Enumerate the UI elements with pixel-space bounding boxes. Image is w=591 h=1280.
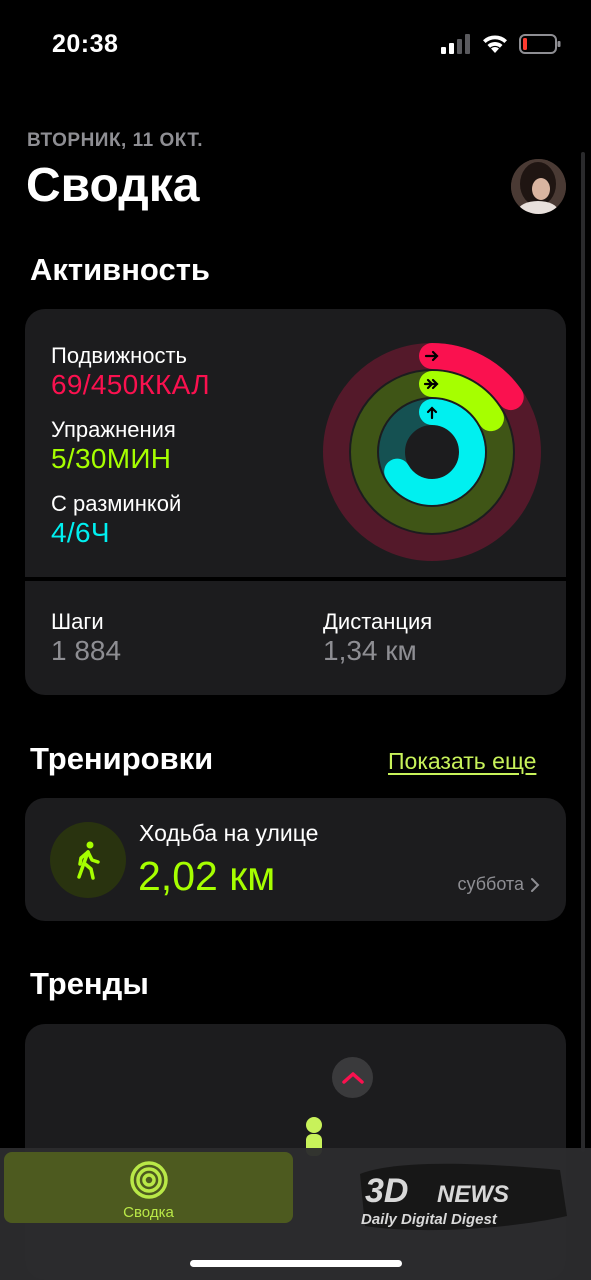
status-time: 20:38 (52, 30, 119, 58)
activity-rings-icon (129, 1161, 168, 1199)
cellular-signal-icon (441, 34, 470, 54)
workout-item[interactable]: Ходьба на улице 2,02 км суббота (25, 798, 566, 921)
status-bar: 20:38 (0, 0, 591, 92)
battery-low-icon (519, 34, 561, 54)
svg-text:3D: 3D (365, 1172, 408, 1210)
show-more-link[interactable]: Показать еще (388, 748, 536, 775)
tab-summary-label: Сводка (123, 1204, 174, 1221)
avatar[interactable] (511, 159, 566, 214)
trend-badge (332, 1057, 373, 1098)
workout-day-link[interactable]: суббота (458, 874, 541, 895)
tab-summary[interactable]: Сводка (4, 1152, 293, 1223)
distance-label: Дистанция (323, 609, 433, 634)
scroll-indicator[interactable] (581, 152, 585, 1152)
stand-label: С разминкой (51, 491, 182, 516)
workouts-section-title: Тренировки (30, 741, 214, 776)
3dnews-watermark-logo: 3D NEWS Daily Digital Digest (360, 1163, 567, 1231)
workout-distance: 2,02 км (138, 853, 276, 899)
activity-card[interactable]: Подвижность 69/450ККАЛ Упражнения 5/30МИ… (25, 309, 566, 695)
workout-day: суббота (457, 874, 525, 894)
trends-section-title: Тренды (30, 966, 149, 1001)
svg-text:NEWS: NEWS (437, 1181, 509, 1208)
svg-text:Daily Digital Digest: Daily Digital Digest (361, 1211, 498, 1228)
distance-value: 1,34 км (323, 635, 417, 666)
activity-section-title: Активность (30, 252, 210, 287)
steps-label: Шаги (51, 609, 104, 634)
activity-rings[interactable] (322, 342, 542, 562)
card-divider (25, 577, 566, 581)
exercise-label: Упражнения (51, 417, 176, 442)
workout-name: Ходьба на улице (139, 820, 319, 846)
chevron-right-icon (531, 877, 540, 892)
exercise-value: 5/30МИН (51, 443, 172, 474)
move-value: 69/450ККАЛ (51, 369, 210, 400)
move-label: Подвижность (51, 343, 188, 368)
walking-icon (77, 841, 100, 880)
home-indicator[interactable] (190, 1260, 402, 1267)
status-icons (441, 34, 561, 54)
date-label: ВТОРНИК, 11 ОКТ. (27, 130, 204, 151)
workout-icon-badge (50, 822, 126, 898)
wifi-icon (483, 35, 507, 53)
chevron-up-icon (341, 1071, 364, 1084)
page-title: Сводка (26, 159, 200, 212)
steps-value: 1 884 (51, 635, 122, 666)
profile-photo-icon (511, 159, 566, 214)
stand-value: 4/6Ч (51, 517, 110, 548)
